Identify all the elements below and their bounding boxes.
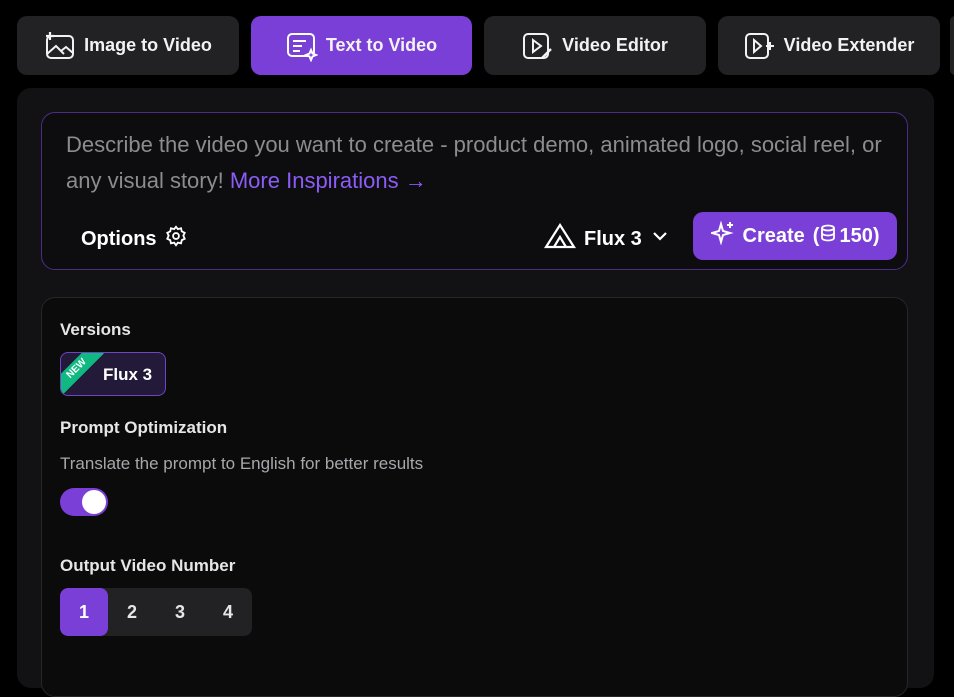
- prompt-optimization-desc: Translate the prompt to English for bett…: [60, 454, 424, 473]
- sparkle-icon: [707, 220, 735, 251]
- prompt-optimization-label: Prompt Optimization: [60, 418, 228, 437]
- output-option-3[interactable]: 3: [156, 588, 204, 636]
- output-option-4[interactable]: 4: [204, 588, 252, 636]
- prompt-input[interactable]: Describe the video you want to create - …: [66, 127, 896, 199]
- output-option-2[interactable]: 2: [108, 588, 156, 636]
- image-plus-icon: [44, 30, 76, 62]
- new-badge: NEW: [61, 353, 104, 395]
- tab-image-to-video[interactable]: Image to Video: [17, 16, 239, 75]
- prompt-optimization-toggle[interactable]: [60, 488, 108, 516]
- versions-label: Versions: [60, 320, 131, 339]
- output-option-1[interactable]: 1: [60, 588, 108, 636]
- coins-icon: [819, 223, 839, 249]
- version-chip-label: Flux 3: [103, 365, 153, 384]
- mode-tabs: Image to Video Text to Video Video Edito…: [17, 16, 954, 76]
- create-button[interactable]: Create ( 150): [693, 212, 897, 260]
- tab-label: Image to Video: [84, 35, 212, 55]
- video-edit-icon: [522, 30, 554, 62]
- tab-label: Video Editor: [562, 35, 668, 55]
- credit-cost-value: 150): [839, 224, 880, 247]
- tab-overflow[interactable]: [950, 16, 954, 75]
- credit-cost: ( 150): [813, 223, 880, 249]
- text-sparkle-icon: [286, 30, 318, 62]
- settings-card: Versions NEW Flux 3 Prompt Optimization …: [41, 297, 908, 697]
- version-chip-flux-3[interactable]: NEW Flux 3: [60, 352, 166, 396]
- prompt-box[interactable]: Describe the video you want to create - …: [41, 112, 908, 270]
- flux-logo-icon: [543, 222, 577, 255]
- tab-label: Video Extender: [783, 35, 915, 55]
- gear-icon: [165, 225, 187, 253]
- chevron-down-icon: [650, 226, 670, 252]
- toggle-knob: [82, 490, 106, 514]
- video-extend-icon: [744, 30, 776, 62]
- model-label: Flux 3: [584, 227, 642, 250]
- output-number-selector: 1 2 3 4: [60, 588, 252, 636]
- model-select[interactable]: Flux 3: [543, 222, 670, 255]
- tab-label: Text to Video: [325, 35, 438, 55]
- tab-text-to-video[interactable]: Text to Video: [251, 16, 472, 75]
- tab-video-extender[interactable]: Video Extender: [718, 16, 940, 75]
- output-number-label: Output Video Number: [60, 556, 236, 575]
- create-label: Create: [742, 224, 805, 247]
- options-button[interactable]: Options: [81, 224, 187, 254]
- tab-video-editor[interactable]: Video Editor: [484, 16, 706, 75]
- options-label: Options: [81, 227, 157, 250]
- credit-cost-open: (: [812, 224, 820, 247]
- prompt-placeholder: Describe the video you want to create - …: [66, 132, 882, 193]
- more-inspirations-link[interactable]: More Inspirations →: [230, 168, 427, 193]
